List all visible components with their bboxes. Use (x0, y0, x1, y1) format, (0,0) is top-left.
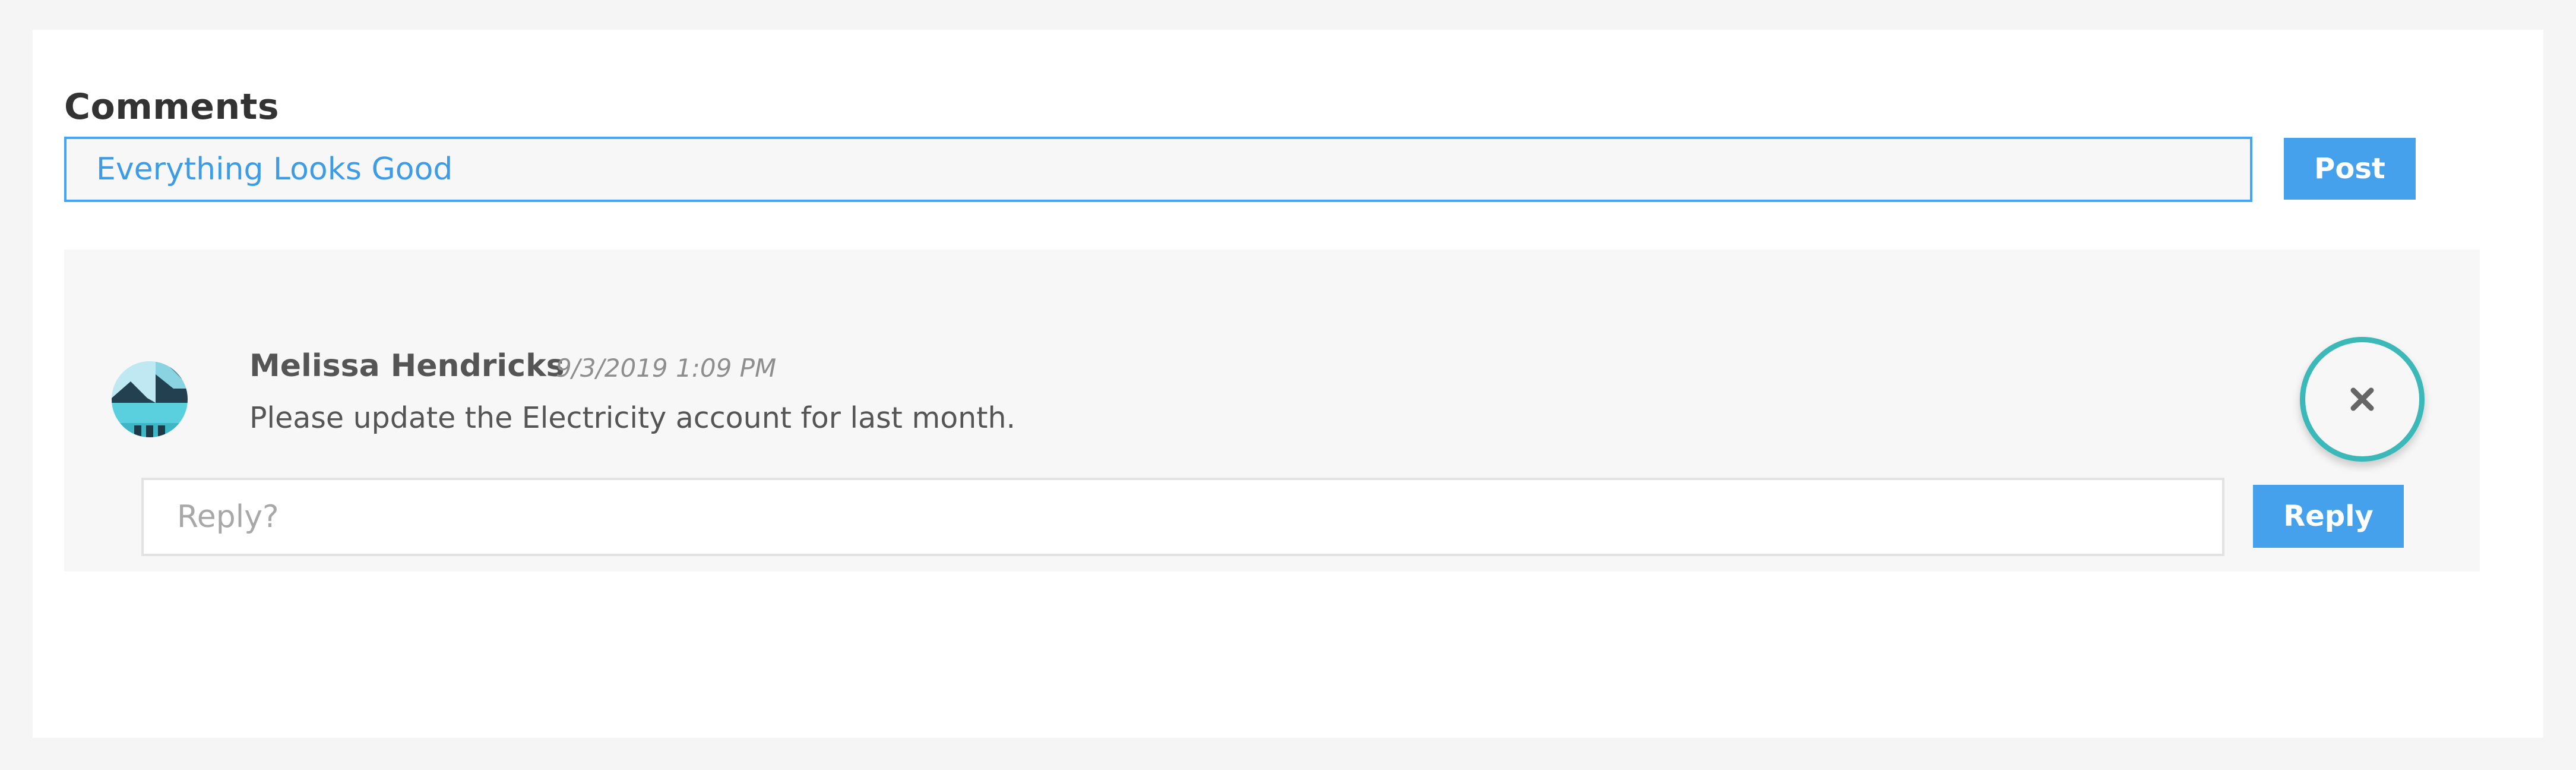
comment-timestamp: 9/3/2019 1:09 PM (556, 354, 777, 383)
delete-comment-button[interactable] (2300, 337, 2425, 462)
comment-message: Please update the Electricity account fo… (249, 401, 1016, 435)
landscape-avatar-icon (112, 361, 188, 437)
avatar (112, 361, 188, 437)
reply-input[interactable] (141, 478, 2224, 556)
comments-heading: Comments (64, 86, 280, 128)
post-button[interactable]: Post (2284, 138, 2416, 200)
reply-button[interactable]: Reply (2253, 485, 2404, 548)
close-icon (2350, 387, 2374, 411)
comment-author: Melissa Hendricks (249, 348, 565, 384)
comment-input[interactable] (64, 137, 2252, 202)
comment-thread: Melissa Hendricks 9/3/2019 1:09 PM Pleas… (64, 250, 2480, 572)
